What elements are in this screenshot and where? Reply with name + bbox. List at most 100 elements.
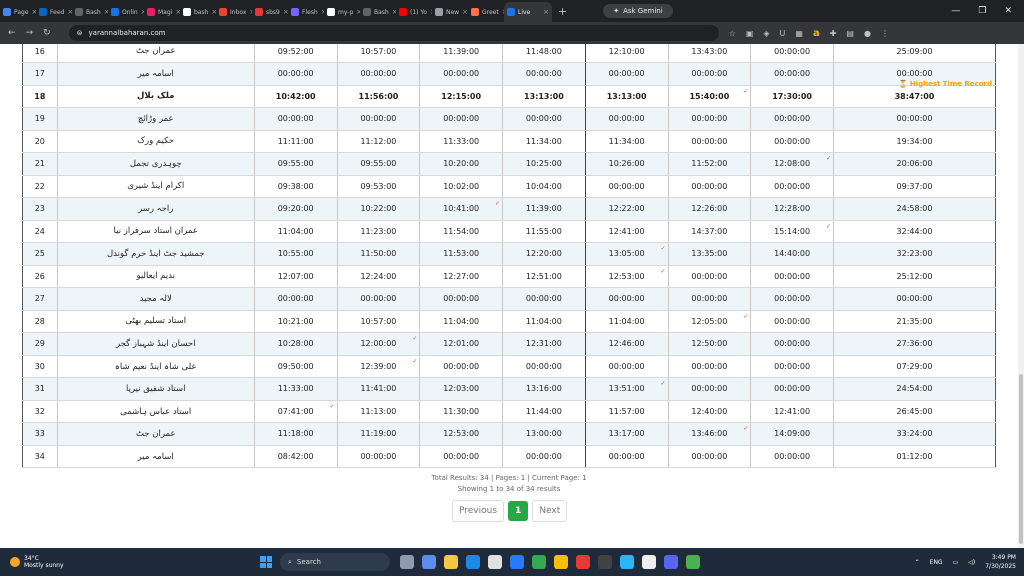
- windows-start-icon[interactable]: [260, 556, 272, 568]
- file-explorer-icon[interactable]: [444, 555, 458, 569]
- chrome-profile-icon[interactable]: [554, 555, 568, 569]
- total-cell: 32:23:00: [832, 242, 997, 266]
- browser-tab[interactable]: Page ×: [0, 2, 36, 22]
- browser-tab[interactable]: Inbox×: [216, 2, 252, 22]
- extension-icon[interactable]: ◈: [763, 29, 769, 38]
- next-button[interactable]: Next: [532, 500, 568, 522]
- widgets-icon[interactable]: [422, 555, 436, 569]
- total-cell: 21:35:00: [832, 310, 997, 333]
- new-tab-icon[interactable]: +: [558, 5, 567, 18]
- taskbar-search[interactable]: ⌕ Search: [280, 553, 390, 571]
- clock[interactable]: 3:49 PM 7/30/2025: [985, 553, 1016, 571]
- scrollbar-thumb[interactable]: [1019, 374, 1023, 544]
- page-scrollbar[interactable]: [1018, 44, 1024, 548]
- edge-icon[interactable]: [466, 555, 480, 569]
- close-tab-icon[interactable]: ×: [543, 8, 549, 16]
- store-icon[interactable]: [488, 555, 502, 569]
- puzzle-icon[interactable]: ✚: [830, 29, 837, 38]
- time-cell: 00:00:00: [750, 355, 834, 378]
- results-summary: Total Results: 34 | Pages: 1 | Current P…: [431, 474, 587, 482]
- previous-button[interactable]: Previous: [452, 500, 505, 522]
- time-cell: 11:18:00: [253, 422, 338, 446]
- page-1-button[interactable]: 1: [508, 501, 529, 521]
- volume-icon[interactable]: ◁): [968, 559, 975, 566]
- menu-icon[interactable]: ⋮: [881, 29, 889, 38]
- tab-label: Onlin: [122, 8, 138, 16]
- tab-label: Page: [14, 8, 29, 16]
- time-cell: 00:00:00: [667, 107, 751, 131]
- close-window-icon[interactable]: ✕: [1004, 6, 1012, 16]
- browser-tab[interactable]: Live ×: [504, 2, 552, 22]
- weather-desc: Mostly sunny: [24, 562, 64, 569]
- extension-icon[interactable]: U: [780, 29, 786, 38]
- app-icon[interactable]: [686, 555, 700, 569]
- chevron-up-icon[interactable]: ⌃: [915, 559, 920, 566]
- site-info-icon[interactable]: ⊜: [77, 29, 83, 37]
- browser-tab[interactable]: sbs9 ×: [252, 2, 288, 22]
- app-icon[interactable]: [642, 555, 656, 569]
- language-indicator[interactable]: ENG: [930, 559, 943, 566]
- participant-name: عمران جٹ: [56, 44, 255, 63]
- check-icon: ✓: [660, 267, 666, 275]
- row-number: 19: [22, 107, 58, 131]
- extension-icon[interactable]: a: [813, 28, 820, 39]
- row-number: 29: [22, 332, 58, 356]
- time-cell: 13:00:00: [502, 422, 586, 446]
- maximize-icon[interactable]: ❐: [978, 6, 986, 16]
- profile-icon[interactable]: ●: [864, 29, 871, 38]
- browser-tab[interactable]: Onlin ×: [108, 2, 144, 22]
- browser-tab[interactable]: Greet×: [468, 2, 504, 22]
- table-row: 30 علی شاہ اینڈ نعیم شاہ 09:50:00 12:39:00 ✓…: [22, 355, 997, 378]
- extension-icon[interactable]: ▤: [846, 29, 854, 38]
- browser-tab-strip: Page×Feed×Bash×Onlin×Magi×bash×Inbox×sbs…: [0, 0, 1024, 22]
- browser-tab[interactable]: New ×: [432, 2, 468, 22]
- row-number: 34: [22, 445, 58, 468]
- url-field[interactable]: ⊜ yarannalbaharan.com: [68, 25, 719, 41]
- weather-widget[interactable]: 34°C Mostly sunny: [0, 555, 260, 569]
- browser-tab[interactable]: Bash ×: [360, 2, 396, 22]
- bookmark-star-icon[interactable]: ☆: [729, 29, 736, 38]
- browser-tab[interactable]: Magi ×: [144, 2, 180, 22]
- ask-gemini-button[interactable]: ✦ Ask Gemini: [603, 4, 673, 18]
- telegram-icon[interactable]: [620, 555, 634, 569]
- discord-icon[interactable]: [664, 555, 678, 569]
- browser-tab[interactable]: (1) Yo×: [396, 2, 432, 22]
- results-showing: Showing 1 to 34 of 34 results: [457, 485, 561, 493]
- participant-name: لالہ مجید: [56, 287, 255, 311]
- time-cell: 00:00:00: [584, 175, 668, 198]
- forward-icon[interactable]: →: [26, 28, 34, 38]
- time-cell: 00:00:00: [750, 445, 834, 468]
- time-cell: 12:08:00 ✓: [750, 152, 834, 176]
- back-icon[interactable]: ←: [8, 28, 16, 38]
- browser-tab[interactable]: bash ×: [180, 2, 216, 22]
- browser-tab[interactable]: Flesh ×: [288, 2, 324, 22]
- browser-tab[interactable]: Bash ×: [72, 2, 108, 22]
- tab-favicon-icon: [147, 8, 155, 16]
- tab-label: Feed: [50, 8, 65, 16]
- time-cell: 14:37:00: [667, 220, 751, 243]
- extension-icon[interactable]: ▦: [795, 29, 803, 38]
- microphone-icon[interactable]: [576, 555, 590, 569]
- reload-icon[interactable]: ↻: [43, 28, 51, 38]
- time-cell: 13:46:00 ✓: [667, 422, 751, 446]
- minimize-icon[interactable]: —: [951, 6, 960, 16]
- time-cell: 12:07:00: [253, 265, 338, 288]
- extension-icon[interactable]: ▣: [746, 29, 754, 38]
- task-view-icon[interactable]: [400, 555, 414, 569]
- total-cell: 38:47:00 ⏳ Highest Time Record: [832, 80, 997, 108]
- chrome-icon[interactable]: [532, 555, 546, 569]
- time-cell: 11:04:00: [502, 310, 586, 333]
- tab-list: Page×Feed×Bash×Onlin×Magi×bash×Inbox×sbs…: [0, 0, 552, 22]
- time-cell: 12:05:00 ✓: [667, 310, 751, 333]
- time-cell: 00:00:00: [750, 377, 834, 401]
- browser-tab[interactable]: Feed ×: [36, 2, 72, 22]
- time-cell: 11:04:00: [419, 310, 503, 333]
- tab-label: Bash: [86, 8, 101, 16]
- browser-tab[interactable]: my-p ×: [324, 2, 360, 22]
- app-icon[interactable]: [510, 555, 524, 569]
- network-icon[interactable]: ▭: [953, 559, 959, 566]
- windows-taskbar: 34°C Mostly sunny ⌕ Search ⌃ ENG ▭ ◁) 3:…: [0, 548, 1024, 576]
- time-cell: 11:12:00: [336, 130, 420, 153]
- time-cell: 10:21:00: [253, 310, 338, 333]
- terminal-icon[interactable]: [598, 555, 612, 569]
